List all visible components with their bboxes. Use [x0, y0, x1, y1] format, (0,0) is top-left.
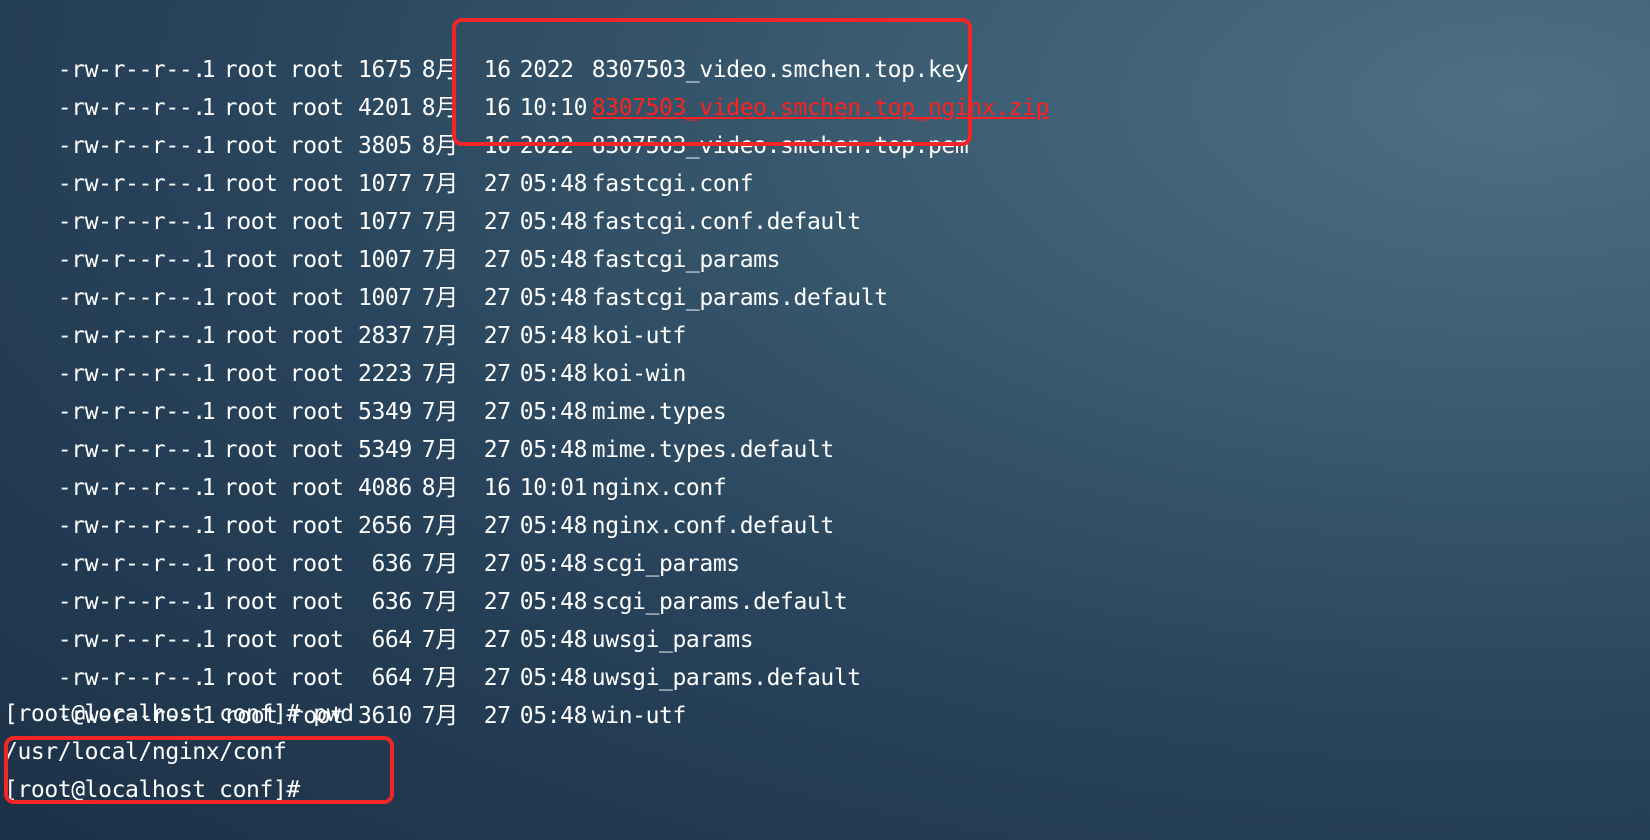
listing-row: -rw-r--r--.1 root root 3610 7月 27 05:48 win-utf [4, 656, 687, 729]
file-day: 27 [483, 703, 511, 729]
listing-row: -rw-r--r--.1 root root 2837 7月 27 05:48 koi-utf [4, 276, 687, 349]
listing-row: -rw-r--r--.1 root root 4086 8月 16 10:01 nginx.c… [4, 428, 727, 501]
listing-row: -rw-r--r--.1 root root 636 7月 27 05:48 scgi_par… [4, 504, 740, 577]
shell-prompt-pwd: [root@localhost conf]# pwd [4, 701, 354, 727]
file-name: win-utf [591, 703, 687, 729]
file-month: 7月 [421, 703, 458, 729]
listing-row: -rw-r--r--.1 root root 1007 7月 27 05:48 fastcgi… [4, 238, 888, 311]
listing-row: -rw-r--r--.1 root root 636 7月 27 05:48 scgi_par… [4, 542, 848, 615]
listing-row: -rw-r--r--.1 root root 664 7月 27 05:48 uwsgi_pa… [4, 580, 754, 653]
listing-row: -rw-r--r--.1 root root 1077 7月 27 05:48 fastcgi… [4, 162, 861, 235]
listing-row: -rw-r--r--.1 root root 2223 7月 27 05:48 koi-win [4, 314, 687, 387]
listing-row: -rw-r--r--.1 root root 1007 7月 27 05:48 fastcgi… [4, 200, 781, 273]
annotation-box-certificate-files [452, 18, 972, 146]
listing-row: -rw-r--r--.1 root root 664 7月 27 05:48 uwsgi_pa… [4, 618, 861, 691]
listing-row: -rw-r--r--.1 root root 5349 7月 27 05:48 mime.ty… [4, 390, 834, 463]
annotation-box-pwd [4, 736, 394, 804]
terminal-window[interactable]: -rw-r--r--.1 root root 1675 8月 16 2022 8307503_… [0, 0, 1650, 840]
file-time: 05:48 [519, 703, 588, 729]
file-size: 3610 [358, 703, 412, 729]
listing-row: -rw-r--r--.1 root root 5349 7月 27 05:48 mime.ty… [4, 352, 727, 425]
listing-row: -rw-r--r--.1 root root 2656 7月 27 05:48 nginx.c… [4, 466, 834, 539]
